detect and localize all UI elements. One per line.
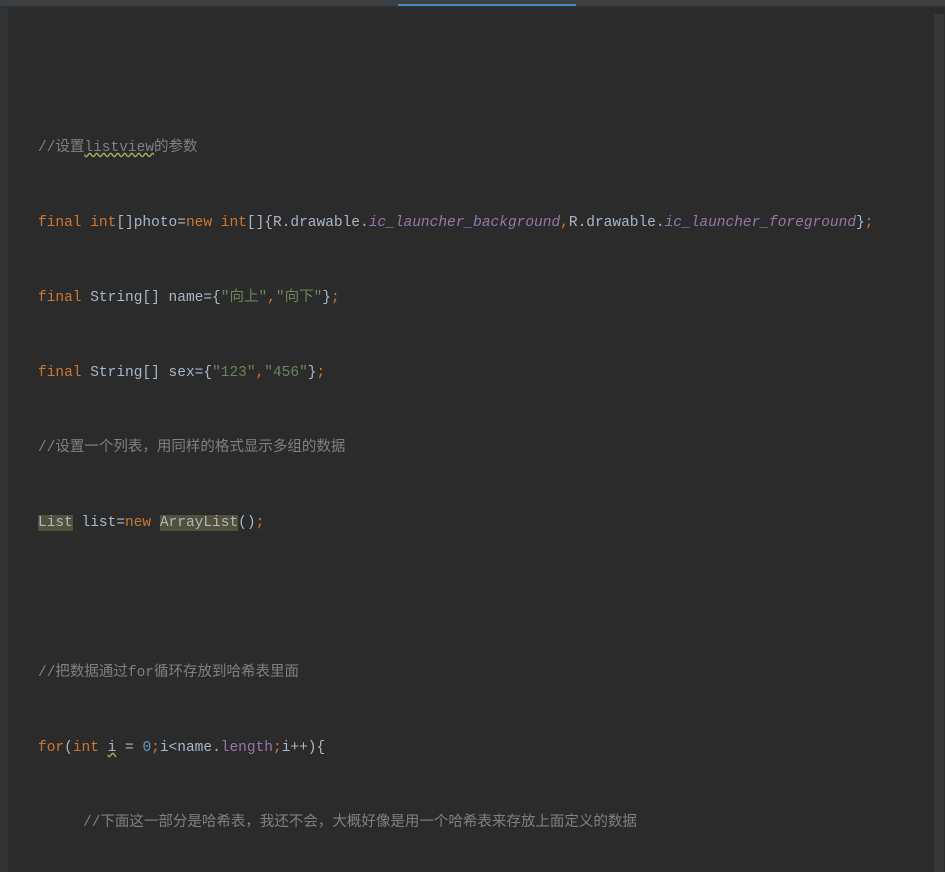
vertical-scrollbar[interactable]	[933, 14, 945, 872]
field-length: length	[221, 740, 273, 756]
keyword-final: final	[38, 215, 82, 231]
comment-text: //下面这一部分是哈希表，我还不会，大概好像是用一个哈希表来存放上面定义的数据	[83, 815, 637, 831]
const-ic-launcher-bg: ic_launcher_background	[369, 215, 560, 231]
keyword-int: int	[221, 215, 247, 231]
keyword-int: int	[73, 740, 99, 756]
string-up: "向上"	[221, 290, 267, 306]
var-list: list	[82, 515, 117, 531]
string-123: "123"	[212, 365, 256, 381]
gutter[interactable]	[0, 7, 8, 872]
warn-ArrayList: ArrayList	[160, 515, 238, 531]
code-line[interactable]: final int[]photo=new int[]{R.drawable.ic…	[8, 211, 945, 236]
keyword-final: final	[38, 290, 82, 306]
comment-text: //设置一个列表，用同样的格式显示多组的数据	[38, 440, 345, 456]
keyword-final: final	[38, 365, 82, 381]
var-name: name	[169, 290, 204, 306]
code-line[interactable]: //下面这一部分是哈希表，我还不会，大概好像是用一个哈希表来存放上面定义的数据	[8, 811, 945, 836]
var-sex: sex	[169, 365, 195, 381]
code-line[interactable]: final String[] name={"向上","向下"};	[8, 286, 945, 311]
code-area[interactable]: //设置listview的参数 final int[]photo=new int…	[8, 7, 945, 872]
active-tab-underline	[398, 4, 576, 6]
code-line[interactable]: //设置listview的参数	[8, 136, 945, 161]
editor-tabs-bar[interactable]	[0, 0, 945, 7]
const-ic-launcher-fg: ic_launcher_foreground	[665, 215, 856, 231]
code-line[interactable]: //把数据通过for循环存放到哈希表里面	[8, 661, 945, 686]
keyword-new: new	[125, 515, 151, 531]
keyword-new: new	[186, 215, 212, 231]
scrollbar-thumb[interactable]	[934, 14, 944, 872]
editor: //设置listview的参数 final int[]photo=new int…	[0, 7, 945, 872]
string-456: "456"	[264, 365, 308, 381]
number-0: 0	[142, 740, 151, 756]
var-i: i	[108, 740, 117, 756]
comment-text: //把数据通过for循环存放到哈希表里面	[38, 665, 299, 681]
warn-List: List	[38, 515, 73, 531]
code-line[interactable]: final String[] sex={"123","456"};	[8, 361, 945, 386]
keyword-int: int	[90, 215, 116, 231]
var-photo: photo	[134, 215, 178, 231]
comment-text: //设置listview的参数	[38, 140, 198, 156]
code-line[interactable]: List list=new ArrayList();	[8, 511, 945, 536]
code-line[interactable]: //设置一个列表，用同样的格式显示多组的数据	[8, 436, 945, 461]
code-line[interactable]: for(int i = 0;i<name.length;i++){	[8, 736, 945, 761]
keyword-for: for	[38, 740, 64, 756]
string-down: "向下"	[276, 290, 322, 306]
